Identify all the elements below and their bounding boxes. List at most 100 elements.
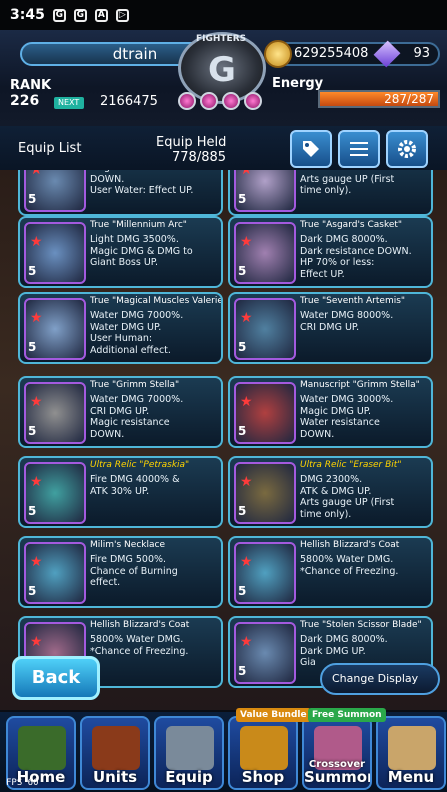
star-icon: ★	[240, 234, 253, 250]
equip-description: Dark DMG 8000%. Dark resistance DOWN. HP…	[300, 234, 412, 280]
equip-title: Hellish Blizzard's Coat	[90, 620, 190, 630]
equip-card[interactable]: ★ 5 Milim's Necklace Fire DMG 500%. Chance …	[18, 536, 223, 608]
equip-description: Light DMG 3500%. Magic DMG & DMG to Gian…	[90, 234, 193, 268]
book-icon	[388, 726, 436, 770]
equip-card[interactable]: ★ 5 Manuscript "Grimm Stella" Water DMG 300…	[228, 376, 433, 448]
change-display-button[interactable]: Change Display	[320, 663, 440, 695]
google-icon: G	[52, 8, 66, 22]
free-summon-tag: Free Summon	[308, 708, 386, 722]
equip-card[interactable]: ★ 5 Magic resistance DOWN. User Water: Eff…	[18, 170, 223, 216]
equip-card[interactable]: ★ 5 Ultra Relic "Eraser Bit" DMG 2300%. ATK…	[228, 456, 433, 528]
status-time: 3:45	[10, 7, 45, 23]
equip-description: DMG 2300%. ATK & DMG UP. Arts gauge UP (…	[300, 474, 395, 520]
tag-button[interactable]	[290, 130, 332, 168]
nav-label: Menu	[387, 768, 435, 786]
equip-card[interactable]: ★ 5 True "Grimm Stella" Water DMG 7000%. CR…	[18, 376, 223, 448]
equip-held-value: 778/885	[172, 150, 227, 165]
equip-description: Water DMG 7000%. CRI DMG UP. Magic resis…	[90, 394, 184, 440]
equip-description: Fire DMG 4000% & ATK 30% UP.	[90, 474, 180, 497]
equip-description: 5800% Water DMG. *Chance of Freezing.	[90, 634, 189, 657]
equip-level: 5	[238, 584, 247, 598]
equip-description: Magic resistance DOWN. User Water: Effec…	[90, 170, 194, 196]
equip-held-label: Equip Held	[156, 135, 227, 150]
equip-title: True "Seventh Artemis"	[300, 296, 406, 306]
equip-title: Ultra Relic "Petraskia"	[90, 460, 190, 470]
back-button[interactable]: Back	[12, 656, 100, 700]
nav-label: Equip	[165, 768, 213, 786]
play-store-icon: ▷	[115, 8, 129, 22]
equip-title: Ultra Relic "Eraser Bit"	[300, 460, 402, 470]
equip-level: 5	[28, 264, 37, 278]
equip-card[interactable]: ★ 5 True "Seventh Artemis" Water DMG 8000%.…	[228, 292, 433, 364]
equip-description: Water DMG 3000%. Magic DMG UP. Water res…	[300, 394, 394, 440]
equip-description: Fire DMG 500%. Chance of Burning effect.	[90, 554, 178, 588]
coin-icon	[264, 40, 292, 68]
star-icon: ★	[240, 634, 253, 650]
star-icon: ★	[240, 170, 253, 178]
equip-list-title: Equip List	[18, 141, 82, 156]
next-exp-icon: NEXT	[54, 97, 84, 109]
equip-card[interactable]: ★ 5 True "Magical Muscles Valerie" Water DM…	[18, 292, 223, 364]
equip-title: True "Grimm Stella"	[90, 380, 180, 390]
nav-menu[interactable]: Menu	[376, 716, 446, 790]
star-icon: ★	[30, 474, 43, 490]
star-icon: ★	[30, 554, 43, 570]
equip-card[interactable]: ★ 5 Hellish Blizzard's Coat 5800% Water DMG…	[228, 536, 433, 608]
star-icon: ★	[240, 310, 253, 326]
currency-plate: 629255408 93	[272, 42, 440, 66]
equip-card[interactable]: ★ 5 Dark DMG UP. Arts gauge UP (First time…	[228, 170, 433, 216]
equip-card[interactable]: ★ 5 Ultra Relic "Petraskia" Fire DMG 4000% …	[18, 456, 223, 528]
equip-level: 5	[238, 264, 247, 278]
settings-button[interactable]	[386, 130, 428, 168]
equip-title: True "Asgard's Casket"	[300, 220, 403, 230]
equip-level: 5	[28, 340, 37, 354]
equip-grid: ★ 5 Magic resistance DOWN. User Water: Eff…	[0, 170, 447, 710]
tag-icon	[303, 141, 319, 157]
orb-icon	[244, 92, 262, 110]
equip-level: 5	[238, 340, 247, 354]
logo-text: FIGHTERS	[196, 34, 247, 44]
nav-label: Summon	[304, 768, 372, 786]
equip-title: Hellish Blizzard's Coat	[300, 540, 400, 550]
star-icon: ★	[30, 310, 43, 326]
equip-card[interactable]: ★ 5 True "Asgard's Casket" Dark DMG 8000%. …	[228, 216, 433, 288]
orb-icon	[178, 92, 196, 110]
equip-title: True "Millennium Arc"	[90, 220, 187, 230]
equip-level: 5	[238, 504, 247, 518]
gem-count: 93	[413, 46, 430, 61]
energy-label: Energy	[272, 76, 324, 91]
star-icon: ★	[30, 394, 43, 410]
nav-label: Units	[92, 768, 138, 786]
coin-count: 629255408	[294, 46, 369, 61]
equip-level: 5	[28, 504, 37, 518]
gear-icon	[398, 140, 416, 158]
shop-icon	[240, 726, 288, 770]
fps-counter: FPS 60	[6, 778, 39, 788]
google-icon: G	[73, 8, 87, 22]
nav-summon[interactable]: Crossover Summon	[302, 716, 372, 790]
nav-label: Shop	[241, 768, 285, 786]
equip-title: True "Stolen Scissor Blade"	[300, 620, 422, 630]
sword-icon	[166, 726, 214, 770]
equip-card[interactable]: ★ 5 True "Millennium Arc" Light DMG 3500%. …	[18, 216, 223, 288]
star-icon: ★	[30, 234, 43, 250]
equip-title: Manuscript "Grimm Stella"	[300, 380, 420, 390]
equip-level: 5	[28, 192, 37, 206]
app-icon: A	[94, 8, 108, 22]
home-icon	[18, 726, 66, 770]
star-icon: ★	[240, 394, 253, 410]
nav-equip[interactable]: Equip	[154, 716, 224, 790]
equip-title: True "Magical Muscles Valerie"	[90, 296, 222, 306]
orb-icon	[222, 92, 240, 110]
orb-row	[178, 92, 262, 110]
units-icon	[92, 726, 140, 770]
nav-shop[interactable]: Shop	[228, 716, 298, 790]
equip-level: 5	[238, 664, 247, 678]
nav-units[interactable]: Units	[80, 716, 150, 790]
energy-value: 287/287	[384, 92, 434, 106]
filter-button[interactable]	[338, 130, 380, 168]
equip-title: Milim's Necklace	[90, 540, 165, 550]
rank-value: 226	[10, 93, 40, 109]
equip-level: 5	[238, 424, 247, 438]
equip-level: 5	[28, 584, 37, 598]
